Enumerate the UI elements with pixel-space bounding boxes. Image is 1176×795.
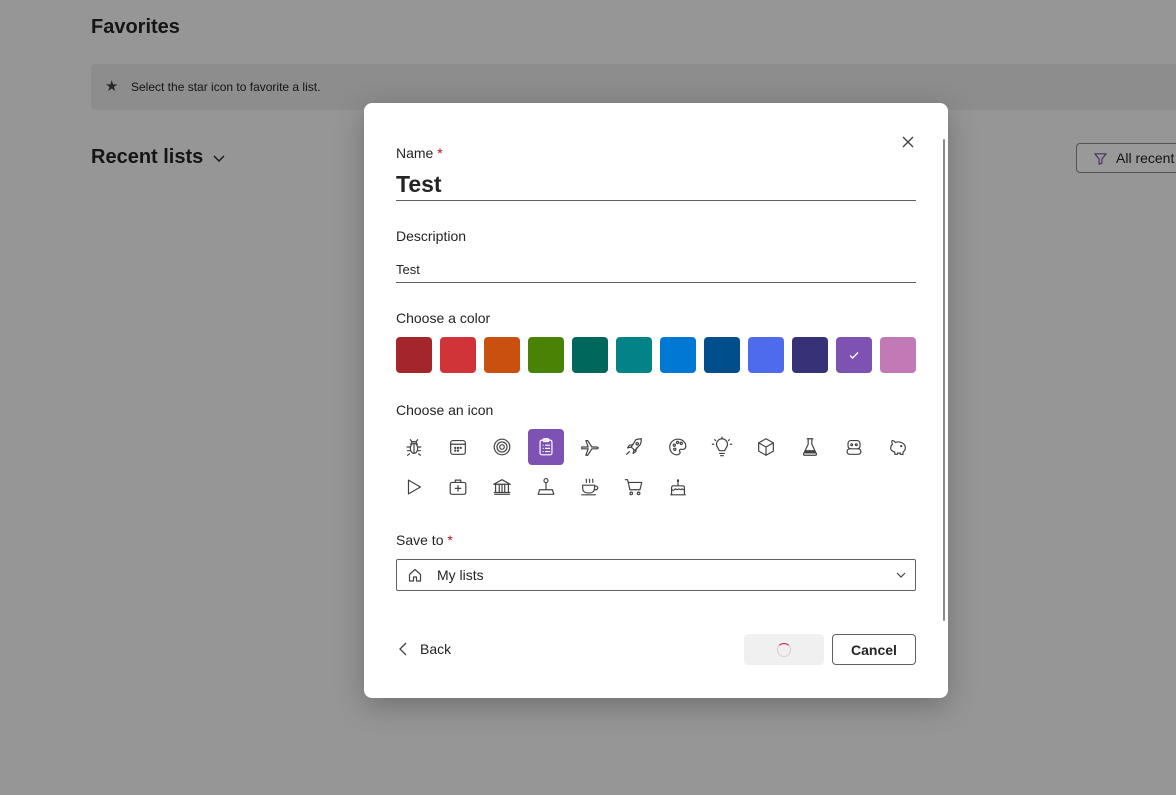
checkmark-icon (849, 352, 859, 360)
icon-option[interactable] (396, 429, 432, 465)
color-swatch[interactable] (528, 337, 564, 373)
airplane-icon (581, 439, 599, 456)
icon-option[interactable] (704, 429, 740, 465)
spinner-icon (777, 642, 791, 657)
color-swatch[interactable] (660, 337, 696, 373)
icon-option[interactable] (572, 469, 608, 505)
back-button[interactable]: Back (398, 641, 451, 657)
piggy-bank-icon (890, 439, 906, 455)
color-swatch[interactable] (748, 337, 784, 373)
save-to-dropdown[interactable]: My lists (396, 559, 916, 591)
play-icon (407, 479, 422, 495)
cake-icon (670, 479, 686, 496)
icon-option[interactable] (748, 429, 784, 465)
color-swatch[interactable] (484, 337, 520, 373)
icon-option[interactable] (616, 469, 652, 505)
icon-option[interactable] (836, 429, 872, 465)
icon-option[interactable] (484, 469, 520, 505)
icon-option[interactable] (660, 429, 696, 465)
color-swatch[interactable] (440, 337, 476, 373)
color-label: Choose a color (396, 310, 491, 326)
icon-option[interactable] (484, 429, 520, 465)
shopping-cart-icon (624, 479, 643, 496)
save-to-value: My lists (437, 567, 484, 583)
rocket-icon (626, 438, 642, 455)
chevron-down-icon (896, 572, 906, 578)
bank-icon (493, 479, 511, 495)
scrollbar[interactable] (943, 139, 945, 621)
icon-option[interactable] (792, 429, 828, 465)
beaker-icon (802, 438, 818, 456)
icon-label: Choose an icon (396, 402, 494, 418)
home-icon (408, 568, 422, 582)
color-swatch[interactable] (572, 337, 608, 373)
cube-icon (758, 438, 774, 456)
icon-option[interactable] (440, 429, 476, 465)
icon-option[interactable] (616, 429, 652, 465)
required-asterisk: * (447, 532, 453, 548)
target-icon (493, 438, 511, 456)
icon-option[interactable] (528, 429, 564, 465)
cancel-button[interactable]: Cancel (832, 634, 916, 665)
robot-icon (846, 439, 862, 455)
coffee-icon (581, 478, 599, 496)
create-list-dialog: Name * Description Choose a color Choose… (364, 103, 948, 698)
color-picker (396, 337, 916, 373)
create-button-loading[interactable] (744, 634, 824, 665)
palette-icon (669, 438, 687, 456)
color-swatch[interactable] (396, 337, 432, 373)
clipboard-icon (539, 438, 553, 456)
description-input[interactable] (396, 257, 916, 283)
icon-option[interactable] (528, 469, 564, 505)
color-swatch[interactable] (792, 337, 828, 373)
calendar-icon (450, 439, 466, 455)
icon-option[interactable] (880, 429, 916, 465)
color-swatch[interactable] (836, 337, 872, 373)
required-asterisk: * (437, 145, 443, 161)
joystick-icon (537, 477, 555, 495)
bug-icon (406, 439, 422, 456)
close-icon (902, 136, 914, 148)
icon-picker (396, 429, 924, 505)
icon-option[interactable] (396, 469, 432, 505)
medical-kit-icon (449, 479, 467, 495)
color-swatch[interactable] (616, 337, 652, 373)
icon-option[interactable] (572, 429, 608, 465)
description-label: Description (396, 228, 467, 244)
save-to-label: Save to * (396, 532, 453, 548)
back-label: Back (420, 641, 452, 657)
close-button[interactable] (898, 132, 918, 152)
icon-option[interactable] (440, 469, 476, 505)
color-swatch[interactable] (704, 337, 740, 373)
chevron-left-icon (399, 642, 407, 656)
icon-option[interactable] (660, 469, 696, 505)
name-input[interactable] (396, 169, 916, 201)
lightbulb-icon (711, 436, 733, 457)
name-label: Name * (396, 145, 443, 161)
color-swatch[interactable] (880, 337, 916, 373)
